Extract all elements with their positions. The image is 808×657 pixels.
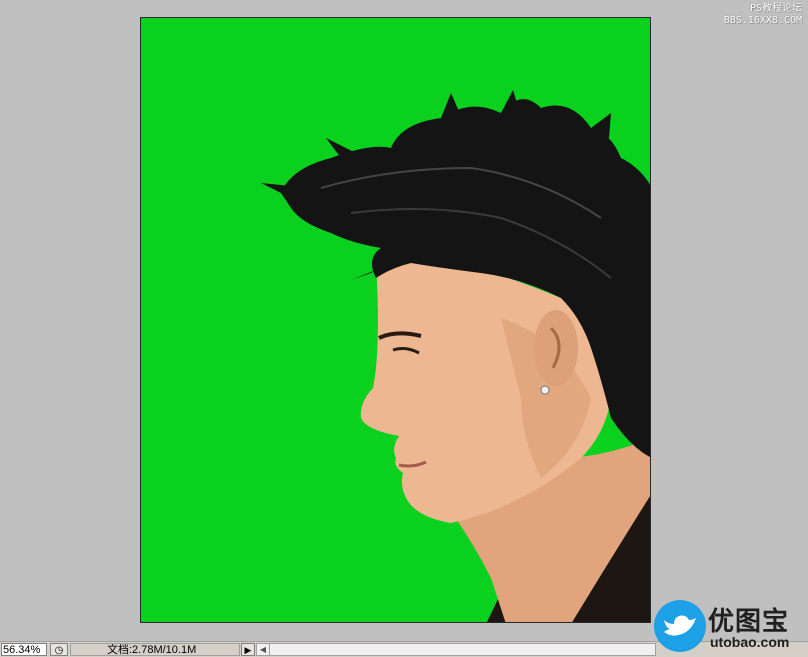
zoom-level-field[interactable]: 56.34%: [1, 643, 47, 656]
play-arrow-icon[interactable]: ▶: [241, 643, 255, 656]
canvas-image: [141, 18, 650, 622]
watermark-site: PS教程论坛 BBS.16XX8.COM: [724, 3, 802, 27]
horizontal-scrollbar[interactable]: ◀: [256, 643, 656, 656]
bird-logo-icon: [654, 600, 706, 652]
document-canvas[interactable]: [140, 17, 651, 623]
status-info-icon[interactable]: ◷: [50, 643, 68, 656]
ear: [534, 310, 578, 386]
logo-title: 优图宝: [708, 607, 790, 637]
watermark-line-2: BBS.16XX8.COM: [723, 15, 802, 26]
earring: [540, 385, 550, 395]
watermark-line-1: PS教程论坛: [749, 3, 802, 14]
logo-subtitle: utobao.com: [710, 634, 790, 650]
site-logo: 优图宝 utobao.com: [652, 598, 808, 657]
document-size-info[interactable]: 文档:2.78M/10.1M: [70, 643, 240, 656]
scroll-left-arrow-icon[interactable]: ◀: [257, 644, 270, 655]
